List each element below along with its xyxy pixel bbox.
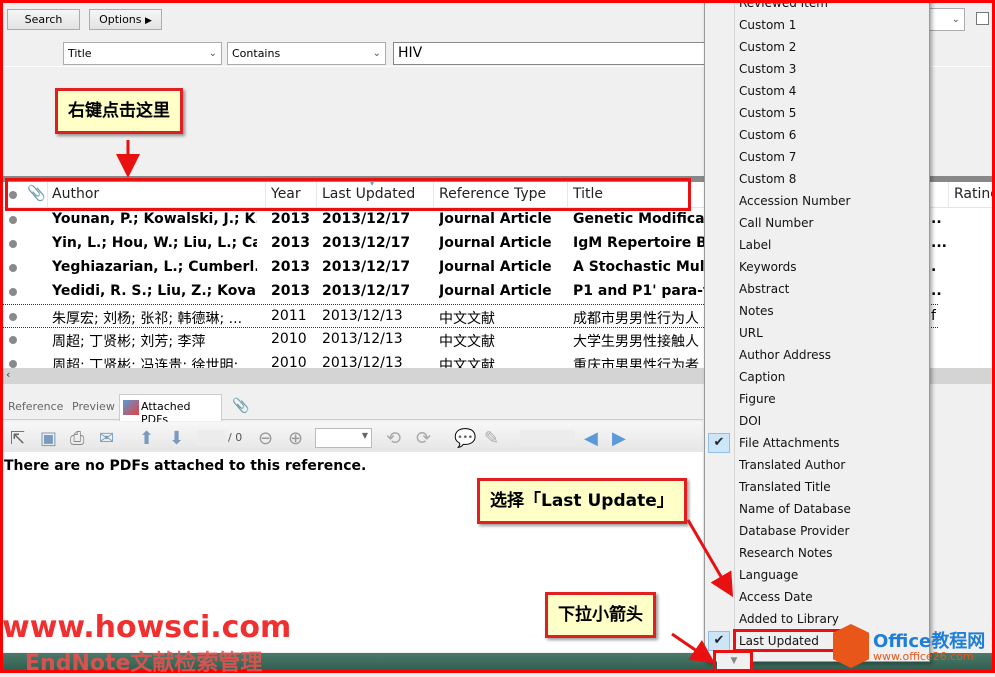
- office-url: www.office26.com: [873, 650, 974, 663]
- office-logo-icon: [833, 624, 869, 668]
- annotation-arrows: [0, 0, 995, 673]
- watermark-site: www.howsci.com: [2, 610, 292, 645]
- arrow-to-menu-item: [686, 519, 734, 598]
- watermark-subtitle: EndNote文献检索管理: [25, 651, 263, 676]
- arrow-to-scroll: [671, 632, 715, 664]
